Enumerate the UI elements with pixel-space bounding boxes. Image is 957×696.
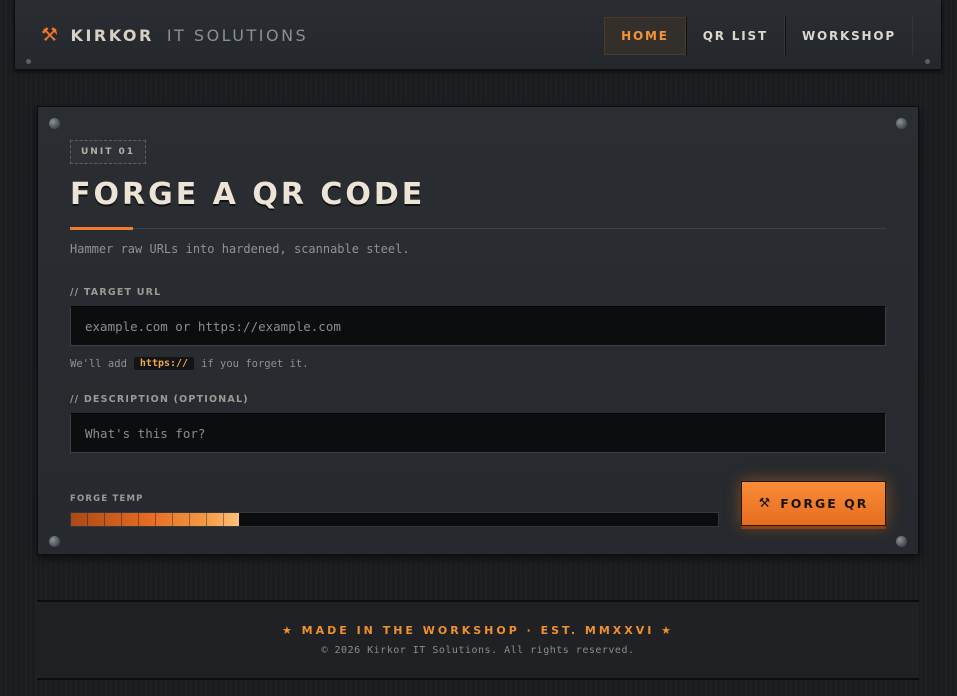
nav-home[interactable]: HOME [604,17,686,55]
title-accent-bar [70,227,133,230]
rivet [26,59,31,64]
rivet [49,118,60,129]
main-nav: HOME QR LIST WORKSHOP [604,17,913,55]
title-divider [70,228,886,229]
forge-panel: UNIT 01 FORGE A QR CODE Hammer raw URLs … [37,106,919,555]
hammer-pick-icon: ⚒ [758,496,773,511]
description-label: // DESCRIPTION (OPTIONAL) [70,394,249,405]
url-hint: We'll add https:// if you forget it. [70,357,309,370]
description-input[interactable] [70,413,886,453]
url-hint-before: We'll add [70,357,127,370]
top-header: ⚒ KIRKOR IT SOLUTIONS HOME QR LIST WORKS… [14,0,942,70]
rivet [49,536,60,547]
brand-name: KIRKOR [70,25,154,45]
page-footer: ★ MADE IN THE WORKSHOP · EST. MMXXVI ★ ©… [37,600,919,680]
rivet [896,118,907,129]
forge-temp-fill [71,513,240,526]
page-subtitle: Hammer raw URLs into hardened, scannable… [70,242,410,256]
brand-logo[interactable]: ⚒ KIRKOR IT SOLUTIONS [41,23,308,47]
forge-temp-bar [70,512,719,527]
url-hint-after: if you forget it. [201,357,309,370]
unit-badge: UNIT 01 [70,140,146,164]
brand-subtitle: IT SOLUTIONS [166,25,309,45]
hammer-icon: ⚒ [41,24,61,46]
url-hint-code: https:// [133,357,195,370]
nav-qr-list[interactable]: QR LIST [685,17,785,55]
forge-qr-button-label: FORGE QR [780,496,869,511]
rivet [925,59,930,64]
page-title: FORGE A QR CODE [70,177,426,212]
forge-qr-button[interactable]: ⚒ FORGE QR [741,481,886,526]
target-url-input[interactable] [70,306,886,346]
footer-copyright: © 2026 Kirkor IT Solutions. All rights r… [321,645,635,656]
target-url-label: // TARGET URL [70,287,162,298]
footer-tagline: ★ MADE IN THE WORKSHOP · EST. MMXXVI ★ [281,624,675,637]
nav-workshop[interactable]: WORKSHOP [784,17,913,55]
forge-temp-label: FORGE TEMP [70,494,144,504]
rivet [896,536,907,547]
